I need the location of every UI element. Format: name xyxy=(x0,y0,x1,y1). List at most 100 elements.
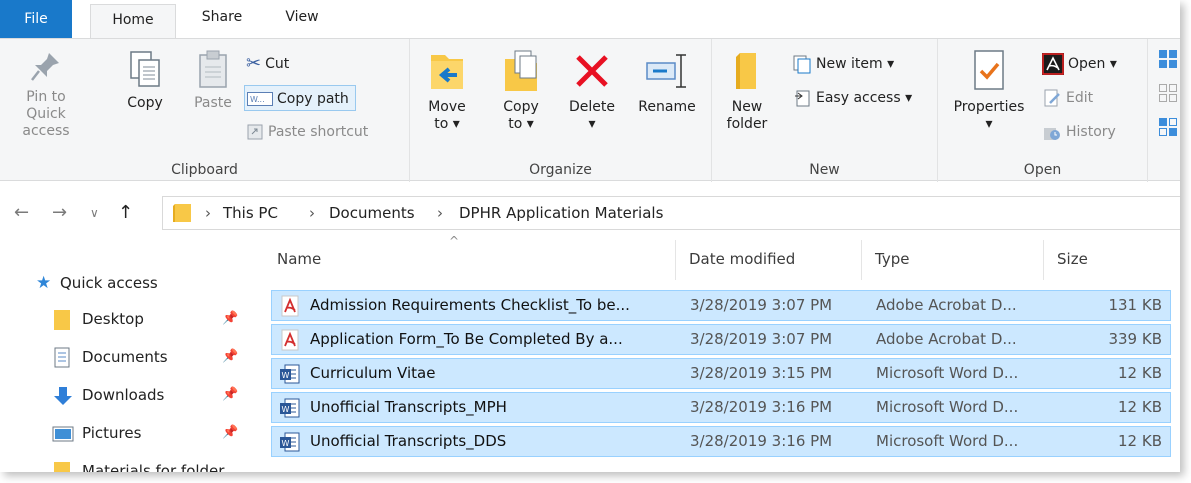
breadcrumb-current-folder[interactable]: DPHR Application Materials xyxy=(459,204,663,222)
breadcrumb-separator: › xyxy=(309,204,315,222)
nav-quick-access-label: Quick access xyxy=(60,274,158,292)
file-row[interactable]: Application Form_To Be Completed By a...… xyxy=(271,324,1171,355)
nav-item-label: Pictures xyxy=(82,424,142,442)
new-folder-icon xyxy=(736,53,756,89)
delete-dropdown: ▾ xyxy=(588,116,596,132)
delete-button[interactable]: Delete ▾ xyxy=(562,45,622,133)
file-row[interactable]: W Unofficial Transcripts_MPH 3/28/2019 3… xyxy=(271,392,1171,423)
history-button[interactable]: History xyxy=(1042,119,1116,145)
select-group xyxy=(1148,39,1180,182)
move-to-button[interactable]: Move to ▾ xyxy=(422,45,472,133)
breadcrumb-this-pc[interactable]: This PC xyxy=(223,204,278,222)
column-divider[interactable] xyxy=(675,240,676,280)
address-bar[interactable]: › This PC › Documents › DPHR Application… xyxy=(162,196,1180,230)
tab-file[interactable]: File xyxy=(0,0,72,38)
edit-button[interactable]: Edit xyxy=(1042,85,1093,111)
new-folder-button[interactable]: New folder xyxy=(722,45,772,133)
open-button[interactable]: Open ▾ xyxy=(1042,51,1117,77)
organize-group: Move to ▾ Copy to ▾ Delete ▾ Rename Orga… xyxy=(410,39,712,182)
paste-button[interactable]: Paste xyxy=(188,45,238,112)
file-size: 131 KB xyxy=(1108,296,1162,314)
file-name: Application Form_To Be Completed By a... xyxy=(310,330,623,348)
file-size: 12 KB xyxy=(1118,398,1162,416)
open-group-label: Open xyxy=(1023,162,1062,178)
nav-item-pictures[interactable]: Pictures 📌 xyxy=(52,418,252,448)
copy-button[interactable]: Copy xyxy=(120,45,170,112)
new-folder-label-2: folder xyxy=(726,116,768,132)
svg-text:W: W xyxy=(282,405,290,414)
forward-arrow-icon[interactable]: → xyxy=(52,202,67,223)
file-row[interactable]: W Curriculum Vitae 3/28/2019 3:15 PM Mic… xyxy=(271,358,1171,389)
column-divider[interactable] xyxy=(1043,240,1044,280)
paste-shortcut-label: Paste shortcut xyxy=(268,124,369,140)
folder-icon xyxy=(173,204,191,222)
move-to-icon xyxy=(431,55,463,89)
nav-item-label: Desktop xyxy=(82,310,144,328)
properties-button[interactable]: Properties ▾ xyxy=(946,45,1032,133)
file-name: Curriculum Vitae xyxy=(310,364,436,382)
rename-button[interactable]: Rename xyxy=(632,45,702,116)
svg-text:W...: W... xyxy=(250,95,265,104)
nav-item-downloads[interactable]: Downloads 📌 xyxy=(52,380,252,410)
word-icon: W xyxy=(280,398,300,418)
select-all-icon[interactable] xyxy=(1158,49,1178,69)
tab-share[interactable]: Share xyxy=(186,0,258,38)
column-divider[interactable] xyxy=(861,240,862,280)
easy-access-button[interactable]: Easy access ▾ xyxy=(792,85,912,111)
organize-group-label: Organize xyxy=(529,162,592,178)
paste-shortcut-button[interactable]: Paste shortcut xyxy=(246,119,368,145)
file-size: 12 KB xyxy=(1118,364,1162,382)
pin-label-line1: Pin to Quick xyxy=(26,89,66,122)
copy-to-button[interactable]: Copy to ▾ xyxy=(496,45,546,133)
up-arrow-icon[interactable]: ↑ xyxy=(118,202,133,223)
word-icon: W xyxy=(280,364,300,384)
cut-button[interactable]: ✂ Cut xyxy=(246,51,289,77)
pinned-icon: 📌 xyxy=(222,311,239,326)
new-folder-label-1: New xyxy=(731,99,763,115)
open-group: Properties ▾ Open ▾ Edit History Open xyxy=(938,39,1148,182)
nav-item-label: Downloads xyxy=(82,386,165,404)
breadcrumb-documents[interactable]: Documents xyxy=(329,204,415,222)
file-row[interactable]: W Unofficial Transcripts_DDS 3/28/2019 3… xyxy=(271,426,1171,457)
history-icon xyxy=(1044,128,1060,140)
file-type: Microsoft Word D... xyxy=(876,364,1019,382)
column-header-date-modified[interactable]: Date modified xyxy=(689,250,795,268)
file-row[interactable]: Admission Requirements Checklist_To be..… xyxy=(271,290,1171,321)
invert-selection-icon[interactable] xyxy=(1158,117,1178,137)
copy-label: Copy xyxy=(127,95,163,111)
address-bar-row: ← → ∨ ↑ › This PC › Documents › DPHR App… xyxy=(0,196,1180,232)
nav-item-label: Documents xyxy=(82,348,168,366)
recent-locations-chevron-icon[interactable]: ∨ xyxy=(90,206,99,220)
select-none-icon[interactable] xyxy=(1158,83,1178,103)
column-header-type[interactable]: Type xyxy=(875,250,909,268)
rename-icon xyxy=(646,54,686,88)
nav-item-label: Materials for folder xyxy=(82,462,225,472)
tab-view[interactable]: View xyxy=(272,0,332,38)
pin-icon xyxy=(31,53,59,81)
paste-shortcut-icon xyxy=(247,124,263,140)
clipboard-group: Pin to Quick access Copy Paste ✂ Cut W..… xyxy=(0,39,410,182)
tab-home[interactable]: Home xyxy=(90,4,176,39)
nav-quick-access[interactable]: ★ Quick access xyxy=(36,268,158,298)
file-date: 3/28/2019 3:16 PM xyxy=(690,432,833,450)
copy-path-button[interactable]: W... Copy path xyxy=(244,85,356,111)
nav-item-materials-for-folder[interactable]: Materials for folder xyxy=(52,456,262,472)
pinned-icon: 📌 xyxy=(222,349,239,364)
new-item-button[interactable]: New item ▾ xyxy=(792,51,894,77)
column-header-size[interactable]: Size xyxy=(1057,250,1088,268)
ribbon-tabs: File Home Share View xyxy=(0,0,1180,39)
delete-x-icon xyxy=(576,55,608,87)
file-date: 3/28/2019 3:15 PM xyxy=(690,364,833,382)
acrobat-icon xyxy=(1042,53,1064,75)
file-size: 339 KB xyxy=(1108,330,1162,348)
nav-item-desktop[interactable]: Desktop 📌 xyxy=(52,304,252,334)
download-arrow-icon xyxy=(54,387,72,405)
nav-item-documents[interactable]: Documents 📌 xyxy=(52,342,252,372)
pin-to-quick-access-button[interactable]: Pin to Quick access xyxy=(6,45,86,140)
column-header-name[interactable]: Name xyxy=(277,250,321,268)
properties-label: Properties xyxy=(953,99,1025,115)
file-name: Admission Requirements Checklist_To be..… xyxy=(310,296,630,314)
back-arrow-icon[interactable]: ← xyxy=(14,202,29,223)
file-type: Microsoft Word D... xyxy=(876,432,1019,450)
pinned-icon: 📌 xyxy=(222,425,239,440)
